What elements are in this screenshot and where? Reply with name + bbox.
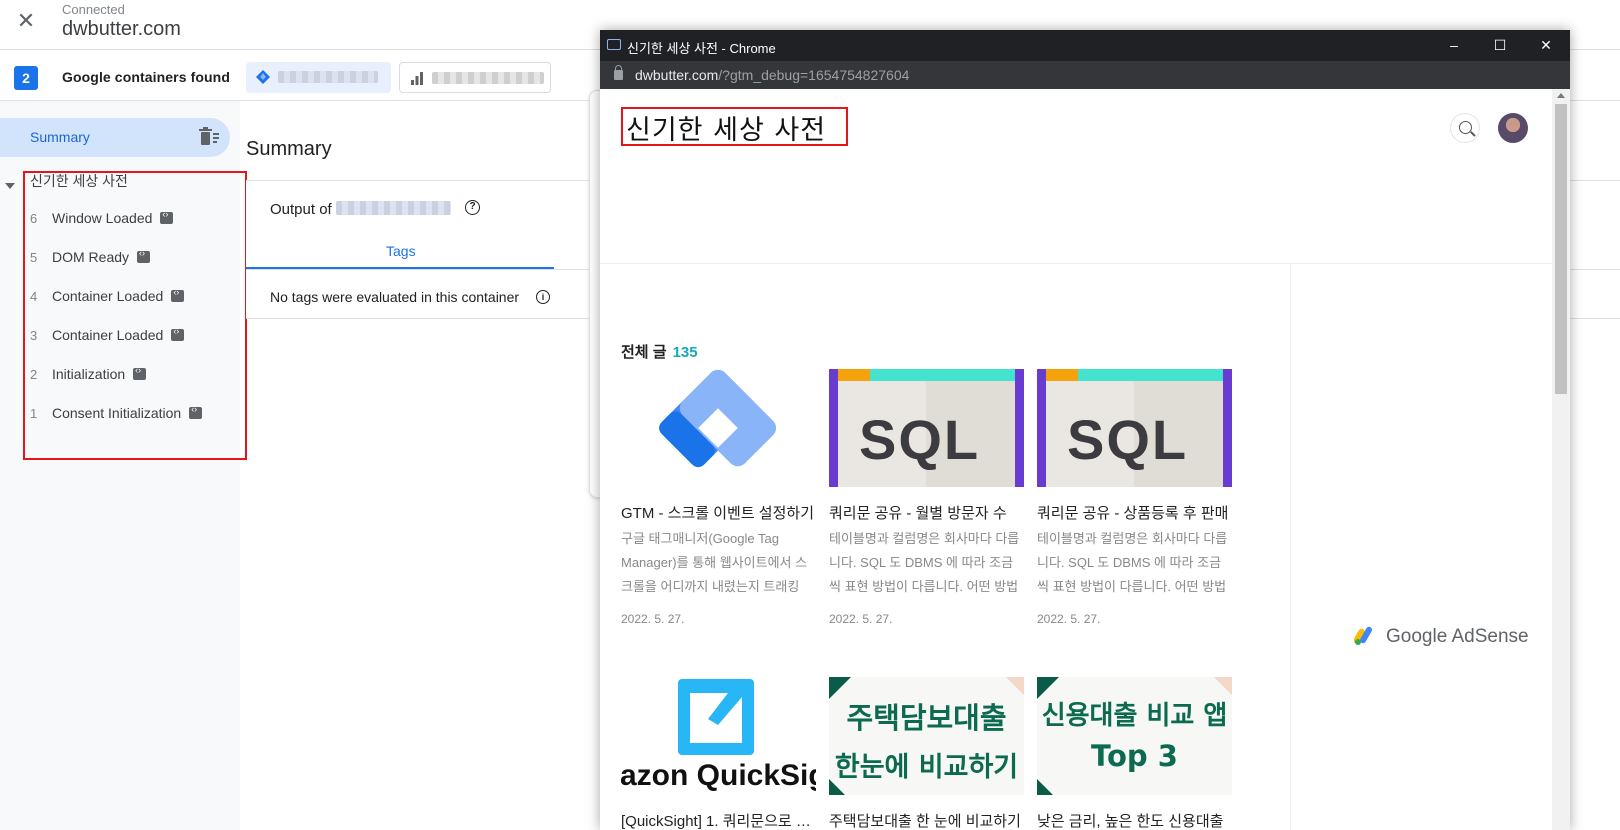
sidebar-summary-item[interactable]: Summary [0, 118, 230, 157]
containers-found-label: Google containers found [62, 69, 230, 85]
post-count: 135 [672, 344, 698, 361]
highlight-box-events [23, 171, 247, 460]
lock-icon [614, 65, 623, 80]
search-icon[interactable] [1450, 113, 1480, 143]
post-description: 구글 태그매니저(Google Tag Manager)를 통해 웹사이트에서 … [621, 531, 808, 594]
quicksight-thumb-text: azon QuickSig [621, 759, 816, 792]
gtm-container-chip[interactable] [246, 62, 391, 93]
post-title: 낮은 금리, 높은 한도 신용대출 [1037, 813, 1224, 830]
header-divider [600, 263, 1552, 264]
thumb-text-line2: Top 3 [1091, 739, 1178, 773]
thumb-text-line1: 신용대출 비교 앱 [1041, 701, 1228, 731]
post-thumbnail: SQL [829, 369, 1024, 487]
post-thumbnail: azon QuickSig [621, 677, 816, 795]
gtm-diamond-icon [256, 70, 270, 84]
redacted-container-id [278, 71, 378, 83]
empty-message: No tags were evaluated in this container [270, 289, 520, 305]
post-title: [QuickSight] 1. 쿼리문으로 데이터 [621, 813, 816, 830]
redacted-container-name [335, 201, 451, 215]
adsense-logo-icon [1353, 626, 1372, 645]
post-description: 테이블명과 컬럼명은 회사마다 다릅니다. SQL 도 DBMS 에 따라 조금… [829, 531, 1020, 594]
all-posts-heading[interactable]: 전체 글 135 [621, 341, 698, 362]
highlight-box-blog-title [621, 107, 848, 146]
minimize-button[interactable]: – [1431, 30, 1477, 61]
redacted-measurement-id [432, 72, 544, 84]
post-description: 테이블명과 컬럼명은 회사마다 다릅니다. SQL 도 DBMS 에 따라 조금… [1037, 531, 1228, 594]
scroll-thumb[interactable] [1555, 104, 1567, 394]
chrome-window: 신기한 세상 사전 - Chrome – ☐ ✕ dwbutter.com/?g… [600, 30, 1570, 830]
scroll-up-arrow-icon[interactable] [1557, 93, 1565, 98]
window-close-button[interactable]: ✕ [1523, 30, 1569, 61]
blog-page: 신기한 세상 사전 전체 글 135 GTM - 스크롤 이벤트 설정하기 구글… [600, 89, 1552, 830]
info-icon[interactable]: i [536, 290, 550, 304]
gtm-logo-icon [659, 369, 777, 468]
adsense-placeholder[interactable]: Google AdSense [1353, 624, 1529, 648]
collapse-arrow-icon[interactable] [5, 183, 15, 189]
post-title: 쿼리문 공유 - 월별 방문자 수 [829, 505, 1007, 522]
url-text[interactable]: dwbutter.com/?gtm_debug=1654754827604 [635, 67, 909, 83]
avatar[interactable] [1498, 113, 1528, 143]
post-title: GTM - 스크롤 이벤트 설정하기 [621, 505, 814, 522]
tag-favicon-icon [607, 39, 621, 50]
column-divider [1290, 264, 1291, 830]
maximize-button[interactable]: ☐ [1477, 30, 1523, 61]
tab-tags[interactable]: Tags [386, 243, 416, 259]
post-date: 2022. 5. 27. [621, 612, 685, 626]
post-title: 쿼리문 공유 - 상품등록 후 판매 [1037, 505, 1229, 522]
sql-thumb-text: SQL [859, 408, 981, 471]
post-thumbnail: 신용대출 비교 앱 Top 3 [1037, 677, 1232, 795]
post-thumbnail: SQL [1037, 369, 1232, 487]
sidebar-summary-label: Summary [30, 129, 90, 145]
post-date: 2022. 5. 27. [1037, 612, 1101, 626]
analytics-container-chip[interactable] [399, 62, 551, 93]
connected-domain: dwbutter.com [62, 18, 181, 40]
tab-active-indicator [246, 267, 554, 269]
analytics-bars-icon [411, 72, 423, 85]
container-count-badge: 2 [14, 66, 38, 90]
thumb-text-line1: 주택담보대출 [846, 701, 1007, 735]
help-icon[interactable]: ? [465, 200, 480, 215]
post-title: 주택담보대출 한 눈에 비교하기 [829, 813, 1021, 830]
output-label: Output of [270, 200, 451, 218]
post-date: 2022. 5. 27. [829, 612, 893, 626]
page-scrollbar[interactable] [1552, 89, 1570, 830]
clear-messages-icon[interactable] [198, 127, 220, 147]
window-title: 신기한 세상 사전 - Chrome [627, 41, 776, 56]
post-thumbnail: 주택담보대출 한눈에 비교하기 [829, 677, 1024, 795]
post-thumbnail [621, 369, 816, 487]
address-bar[interactable]: dwbutter.com/?gtm_debug=1654754827604 [600, 61, 1570, 89]
close-icon[interactable]: ✕ [14, 9, 38, 33]
connection-status: Connected [62, 2, 125, 17]
chrome-title-bar: 신기한 세상 사전 - Chrome – ☐ ✕ [600, 30, 1570, 61]
screen: ✕ Connected dwbutter.com 2 Google contai… [0, 0, 1620, 830]
main-title: Summary [246, 138, 332, 160]
thumb-text-line2: 한눈에 비교하기 [834, 752, 1019, 783]
sql-thumb-text: SQL [1067, 408, 1189, 471]
quicksight-logo-icon [678, 679, 754, 755]
